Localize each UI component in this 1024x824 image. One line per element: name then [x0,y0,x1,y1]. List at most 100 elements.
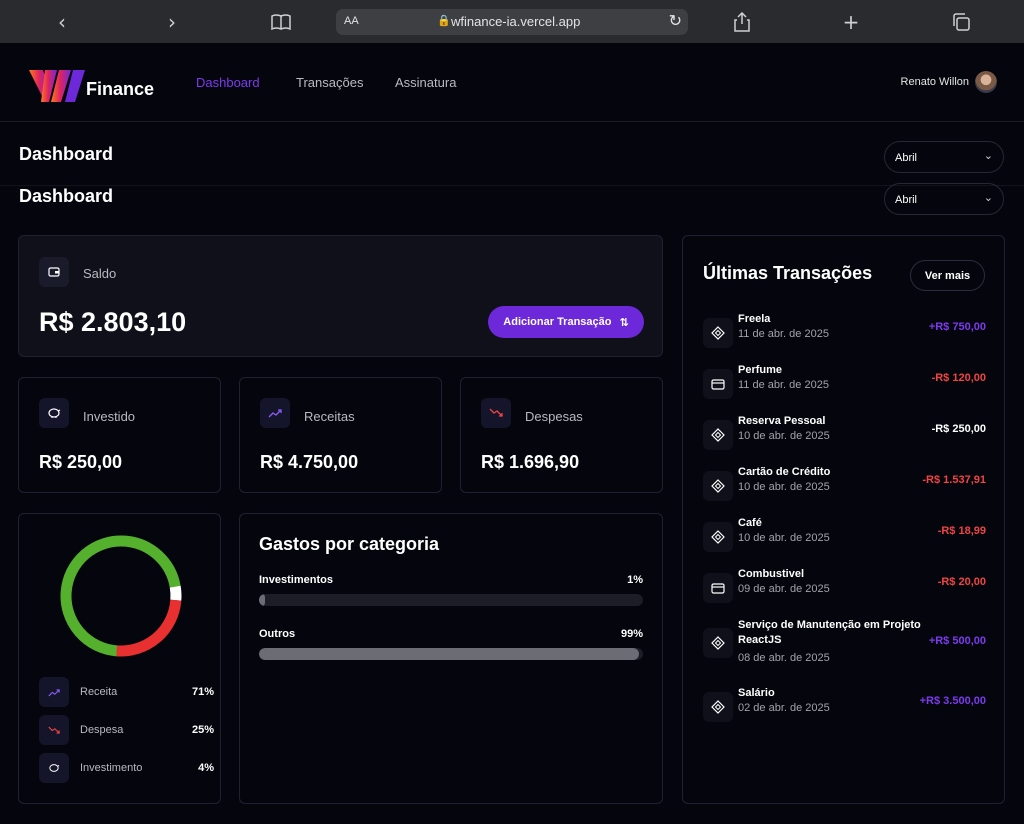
transaction-amount: -R$ 20,00 [937,576,986,588]
trending-down-icon [481,398,511,428]
trending-up-icon [39,677,69,707]
brand-name: Finance [86,79,155,99]
legend-receita: Receita 71% [39,677,214,707]
text-size-button[interactable]: AA [344,15,359,27]
avatar[interactable] [975,71,997,93]
card-icon [703,573,733,603]
legend-percent: 25% [191,724,214,736]
month-select-value: Abril [895,152,918,164]
pix-icon [703,628,733,658]
nav-transacoes[interactable]: Transações [296,75,363,90]
legend-label: Despesa [80,724,124,736]
transaction-row[interactable]: Reserva Pessoal 10 de abr. de 2025 -R$ 250… [703,414,986,454]
transaction-row[interactable]: Perfume 11 de abr. de 2025 -R$ 120,00 [703,363,986,403]
transaction-name: Salário [738,687,775,699]
logo-mark-icon [29,70,85,102]
nav-assinatura[interactable]: Assinatura [395,75,456,90]
transactions-title: Últimas Transações [703,263,873,283]
balance-card: Saldo R$ 2.803,10 Adicionar Transação ⇅ [18,235,663,357]
category-progress-bar [259,594,643,606]
trending-down-icon [39,715,69,745]
transaction-date: 10 de abr. de 2025 [738,532,830,544]
transaction-date: 10 de abr. de 2025 [738,430,830,442]
forward-icon[interactable]: › [158,8,186,36]
divider [0,185,1024,186]
share-icon[interactable] [728,8,756,36]
month-select[interactable]: Abril ⌄ [884,141,1004,173]
reload-icon[interactable]: ↻ [669,11,682,30]
recent-transactions-card: Últimas Transações Ver mais Freela 11 de … [682,235,1005,804]
transaction-name: Cartão de Crédito [738,466,831,478]
user-name[interactable]: Renato Willon [901,76,969,88]
transaction-row[interactable]: Combustivel 09 de abr. de 2025 -R$ 20,00 [703,567,986,607]
page-title-duplicate: Dashboard [19,186,114,206]
pix-icon [703,471,733,501]
back-icon[interactable]: ‹ [48,8,76,36]
tabs-icon[interactable] [947,8,975,36]
legend-despesa: Despesa 25% [39,715,214,745]
arrows-up-down-icon: ⇅ [619,315,629,329]
expenses-card: Despesas R$ 1.696,90 [460,377,663,493]
category-percent: 99% [620,628,643,640]
piggy-bank-icon [39,398,69,428]
transaction-row[interactable]: Freela 11 de abr. de 2025 +R$ 750,00 [703,312,986,352]
transaction-amount: -R$ 250,00 [931,423,986,435]
legend-investimento: Investimento 4% [39,753,214,783]
transaction-date: 02 de abr. de 2025 [738,702,830,714]
transaction-row[interactable]: Cartão de Crédito 10 de abr. de 2025 -R$ 1… [703,465,986,505]
legend-label: Receita [80,686,118,698]
distribution-card: Receita 71% Despesa 25% Investimento 4% [18,513,221,804]
see-more-button[interactable]: Ver mais [910,260,985,291]
browser-toolbar: ‹ › AA 🔒 wfinance-ia.vercel.app ↻ + [0,0,1024,43]
book-icon[interactable] [267,8,295,36]
piggy-bank-icon [39,753,69,783]
invested-label: Investido [83,409,136,424]
transaction-date: 11 de abr. de 2025 [738,328,829,340]
category-name: Investimentos [259,574,333,586]
chevron-down-icon: ⌄ [983,149,993,162]
transaction-row[interactable]: Serviço de Manutenção em Projeto ReactJS… [703,618,986,664]
transaction-date: 08 de abr. de 2025 [738,652,830,664]
legend-percent: 71% [191,686,214,698]
brand-logo[interactable]: Finance [29,68,159,104]
transaction-row[interactable]: Salário 02 de abr. de 2025 +R$ 3.500,00 [703,686,986,726]
invested-card: Investido R$ 250,00 [18,377,221,493]
transaction-name: Serviço de Manutenção em Projeto ReactJS [738,619,921,646]
chevron-down-icon: ⌄ [983,191,993,204]
wallet-icon [39,257,69,287]
add-transaction-button[interactable]: Adicionar Transação ⇅ [488,306,644,338]
spending-by-category-card: Gastos por categoria Investimentos 1% Ou… [239,513,663,804]
transaction-row[interactable]: Café 10 de abr. de 2025 -R$ 18,99 [703,516,986,556]
donut-chart [60,535,182,657]
pix-icon [703,420,733,450]
url-text[interactable]: wfinance-ia.vercel.app [451,14,580,29]
transaction-name: Combustivel [738,568,805,580]
category-percent: 1% [627,574,643,586]
nav-dashboard[interactable]: Dashboard [196,75,260,90]
transaction-date: 10 de abr. de 2025 [738,481,830,493]
invested-value: R$ 250,00 [39,452,123,472]
expenses-value: R$ 1.696,90 [481,452,580,472]
category-name: Outros [259,628,296,640]
add-transaction-label: Adicionar Transação [503,316,612,328]
month-select-value: Abril [895,194,918,206]
transaction-name: Freela [738,313,771,325]
top-nav: Finance Dashboard Transações Assinatura … [0,43,1024,122]
income-value: R$ 4.750,00 [260,452,359,472]
transaction-amount: +R$ 750,00 [928,321,986,333]
pix-icon [703,522,733,552]
pix-icon [703,318,733,348]
donut-slice-investimento [60,535,182,657]
income-label: Receitas [304,409,355,424]
transaction-date: 11 de abr. de 2025 [738,379,829,391]
lock-icon: 🔒 [437,15,451,27]
month-select-duplicate[interactable]: Abril ⌄ [884,183,1004,215]
expenses-label: Despesas [525,409,583,424]
transaction-amount: -R$ 18,99 [937,525,986,537]
balance-label: Saldo [83,266,117,281]
category-title: Gastos por categoria [259,534,440,554]
transaction-amount: -R$ 1.537,91 [922,474,986,486]
new-tab-icon[interactable]: + [837,8,865,36]
address-bar[interactable]: AA 🔒 wfinance-ia.vercel.app ↻ [336,9,688,35]
category-progress-fill [259,648,640,660]
